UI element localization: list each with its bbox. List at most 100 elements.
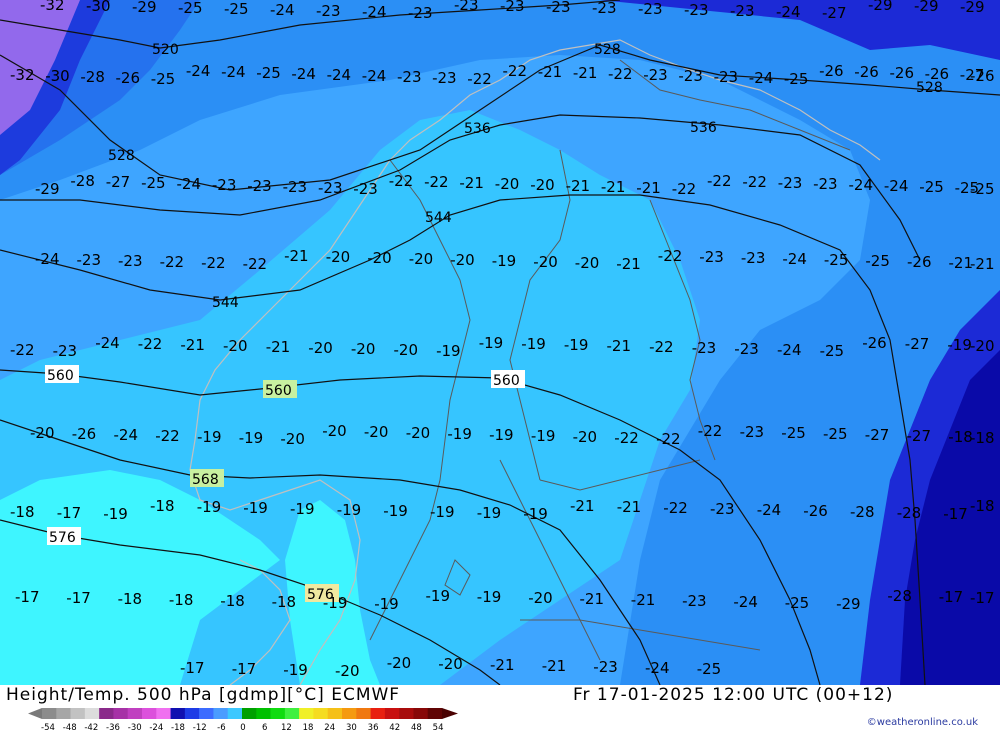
temperature-label: -28 (70, 172, 95, 190)
height-label: 520 (152, 42, 179, 58)
temperature-label: -24 (733, 593, 758, 611)
temperature-label: -19 (492, 252, 517, 270)
temperature-label: -20 (406, 424, 431, 442)
temperature-label: -21 (580, 590, 605, 608)
temperature-label: -23 (692, 339, 717, 357)
temperature-label: -29 (35, 180, 60, 198)
temperature-label: -23 (778, 174, 803, 192)
temperature-label: -18 (970, 429, 995, 447)
temperature-label: -24 (757, 501, 782, 519)
temperature-label: -27 (865, 426, 890, 444)
scale-swatch (327, 708, 343, 719)
height-label: 576 (49, 530, 76, 546)
temperature-label: -20 (326, 248, 351, 266)
temperature-label: -22 (742, 173, 767, 191)
temperature-label: -22 (658, 247, 683, 265)
temperature-label: -19 (290, 500, 315, 518)
temperature-label: -17 (180, 659, 205, 677)
temperature-label: -23 (318, 179, 343, 197)
height-label: 536 (464, 121, 491, 137)
temperature-label: -19 (477, 588, 502, 606)
temperature-label: -24 (749, 69, 774, 87)
temperature-label: -23 (593, 658, 618, 676)
temperature-label: -22 (663, 499, 688, 517)
temperature-label: -30 (45, 67, 69, 85)
temperature-label: -20 (364, 423, 389, 441)
temperature-label: -23 (432, 69, 457, 87)
temperature-label: -19 (103, 505, 128, 523)
temperature-label: -24 (362, 67, 387, 85)
temperature-label: -27 (822, 4, 847, 22)
temperature-label: -25 (697, 660, 722, 678)
temperature-label: -23 (740, 423, 765, 441)
temperature-label: -22 (243, 255, 268, 273)
temperature-label: -20 (438, 655, 463, 673)
temperature-label: -22 (201, 254, 226, 272)
temperature-label: -25 (865, 252, 890, 270)
temperature-label: -19 (323, 594, 348, 612)
temperature-label: -26 (803, 502, 828, 520)
temperature-label: -21 (636, 179, 661, 197)
temperature-label: -20 (367, 249, 392, 267)
scale-tick-label: 24 (324, 723, 335, 731)
temperature-label: -22 (155, 427, 180, 445)
temperature-label: -26 (890, 64, 915, 82)
temperature-label: -18 (970, 497, 995, 515)
temperature-label: -21 (631, 591, 656, 609)
temperature-label: -27 (106, 173, 131, 191)
scale-tick-label: 54 (433, 723, 444, 731)
weather-map: 520 528 528 528 536 536 544 544 560 560 … (0, 0, 1000, 685)
temperature-label: -25 (224, 0, 249, 18)
temperature-label: -25 (178, 0, 203, 17)
temperature-label: -24 (782, 250, 807, 268)
temperature-label: -21 (490, 656, 515, 674)
temperature-label: -25 (823, 425, 848, 443)
temperature-label: -18 (150, 497, 175, 515)
temperature-label: -20 (450, 251, 475, 269)
temperature-label: -28 (887, 587, 912, 605)
temperature-label: -23 (684, 1, 709, 19)
temperature-label: -19 (430, 503, 455, 521)
temperature-label: -25 (824, 251, 849, 269)
temperature-label: -20 (970, 337, 995, 355)
scale-tick-label: -12 (193, 723, 207, 731)
temperature-label: -24 (362, 3, 387, 21)
temperature-label: -19 (523, 505, 548, 523)
temperature-label: -29 (132, 0, 157, 16)
temperature-label: -30 (86, 0, 111, 15)
temperature-label: -22 (138, 335, 163, 353)
height-label: 560 (493, 373, 520, 389)
temperature-label: -23 (730, 2, 755, 20)
temperature-label: -25 (785, 594, 810, 612)
temperature-label: -21 (566, 177, 591, 195)
temperature-label: -19 (531, 427, 556, 445)
scale-tick-label: -6 (217, 723, 225, 731)
temperature-label: -23 (592, 0, 617, 17)
temperature-label: -23 (546, 0, 571, 16)
scale-swatch (227, 708, 243, 719)
height-label: 560 (47, 368, 74, 384)
temperature-label: -23 (682, 592, 707, 610)
temperature-label: -22 (656, 430, 681, 448)
scale-arrow-right (442, 708, 458, 719)
height-label: 568 (192, 472, 219, 488)
temperature-label: -20 (409, 250, 434, 268)
temperature-label: -20 (573, 428, 598, 446)
temperature-label: -24 (177, 175, 202, 193)
temperature-label: -19 (477, 504, 502, 522)
temperature-label: -26 (116, 69, 141, 87)
credit: ©weatheronline.co.uk (866, 717, 978, 728)
temperature-label: -19 (374, 595, 399, 613)
scale-swatch (213, 708, 229, 719)
temperature-label: -24 (186, 62, 211, 80)
product-title: Height/Temp. 500 hPa [gdmp][°C] ECMWF (6, 685, 401, 705)
temperature-label: -22 (389, 172, 414, 190)
temperature-label: -28 (897, 504, 922, 522)
scale-tick-label: -54 (41, 723, 55, 731)
temperature-label: -22 (467, 70, 492, 88)
temperature-label: -22 (608, 65, 633, 83)
temperature-label: -32 (40, 0, 65, 14)
temperature-label: -17 (15, 588, 40, 606)
scale-tick-label: -48 (63, 723, 77, 731)
temperature-label: -22 (698, 422, 723, 440)
